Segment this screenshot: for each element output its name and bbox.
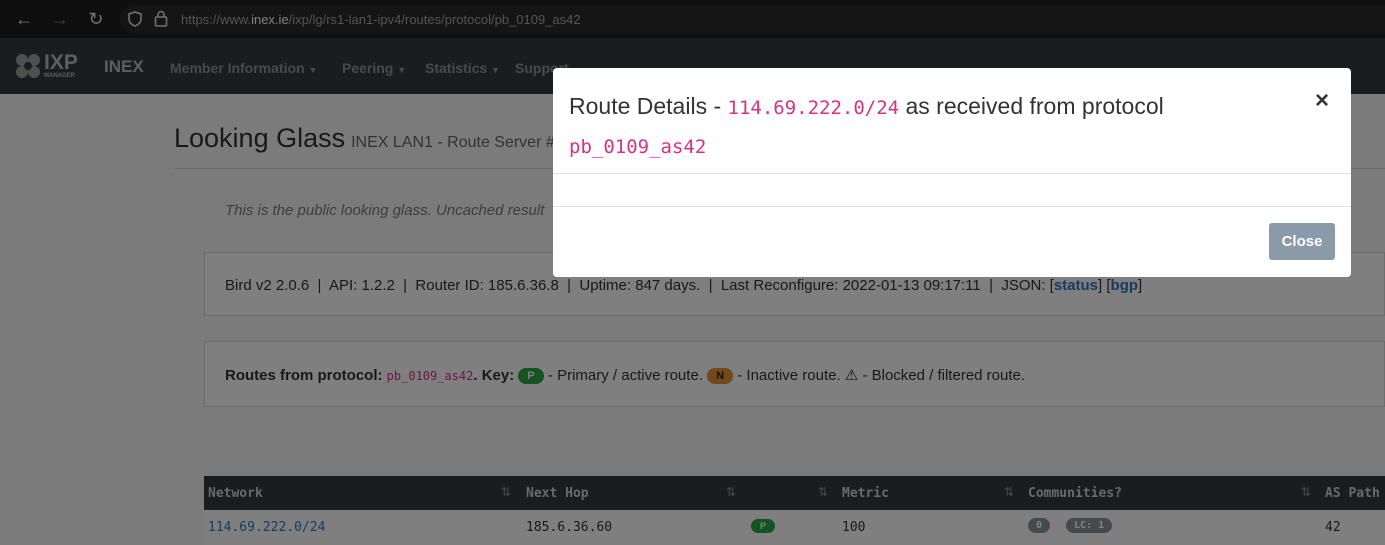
modal-divider xyxy=(553,173,1351,174)
close-button[interactable]: Close xyxy=(1269,223,1335,260)
modal-divider xyxy=(553,206,1351,207)
modal-protocol: pb_0109_as42 xyxy=(569,136,707,158)
route-details-modal: Route Details - 114.69.222.0/24 as recei… xyxy=(553,68,1351,277)
close-icon[interactable]: × xyxy=(1315,87,1329,115)
route-prefix: 114.69.222.0/24 xyxy=(727,97,900,119)
modal-title: Route Details - 114.69.222.0/24 as recei… xyxy=(569,93,1164,158)
